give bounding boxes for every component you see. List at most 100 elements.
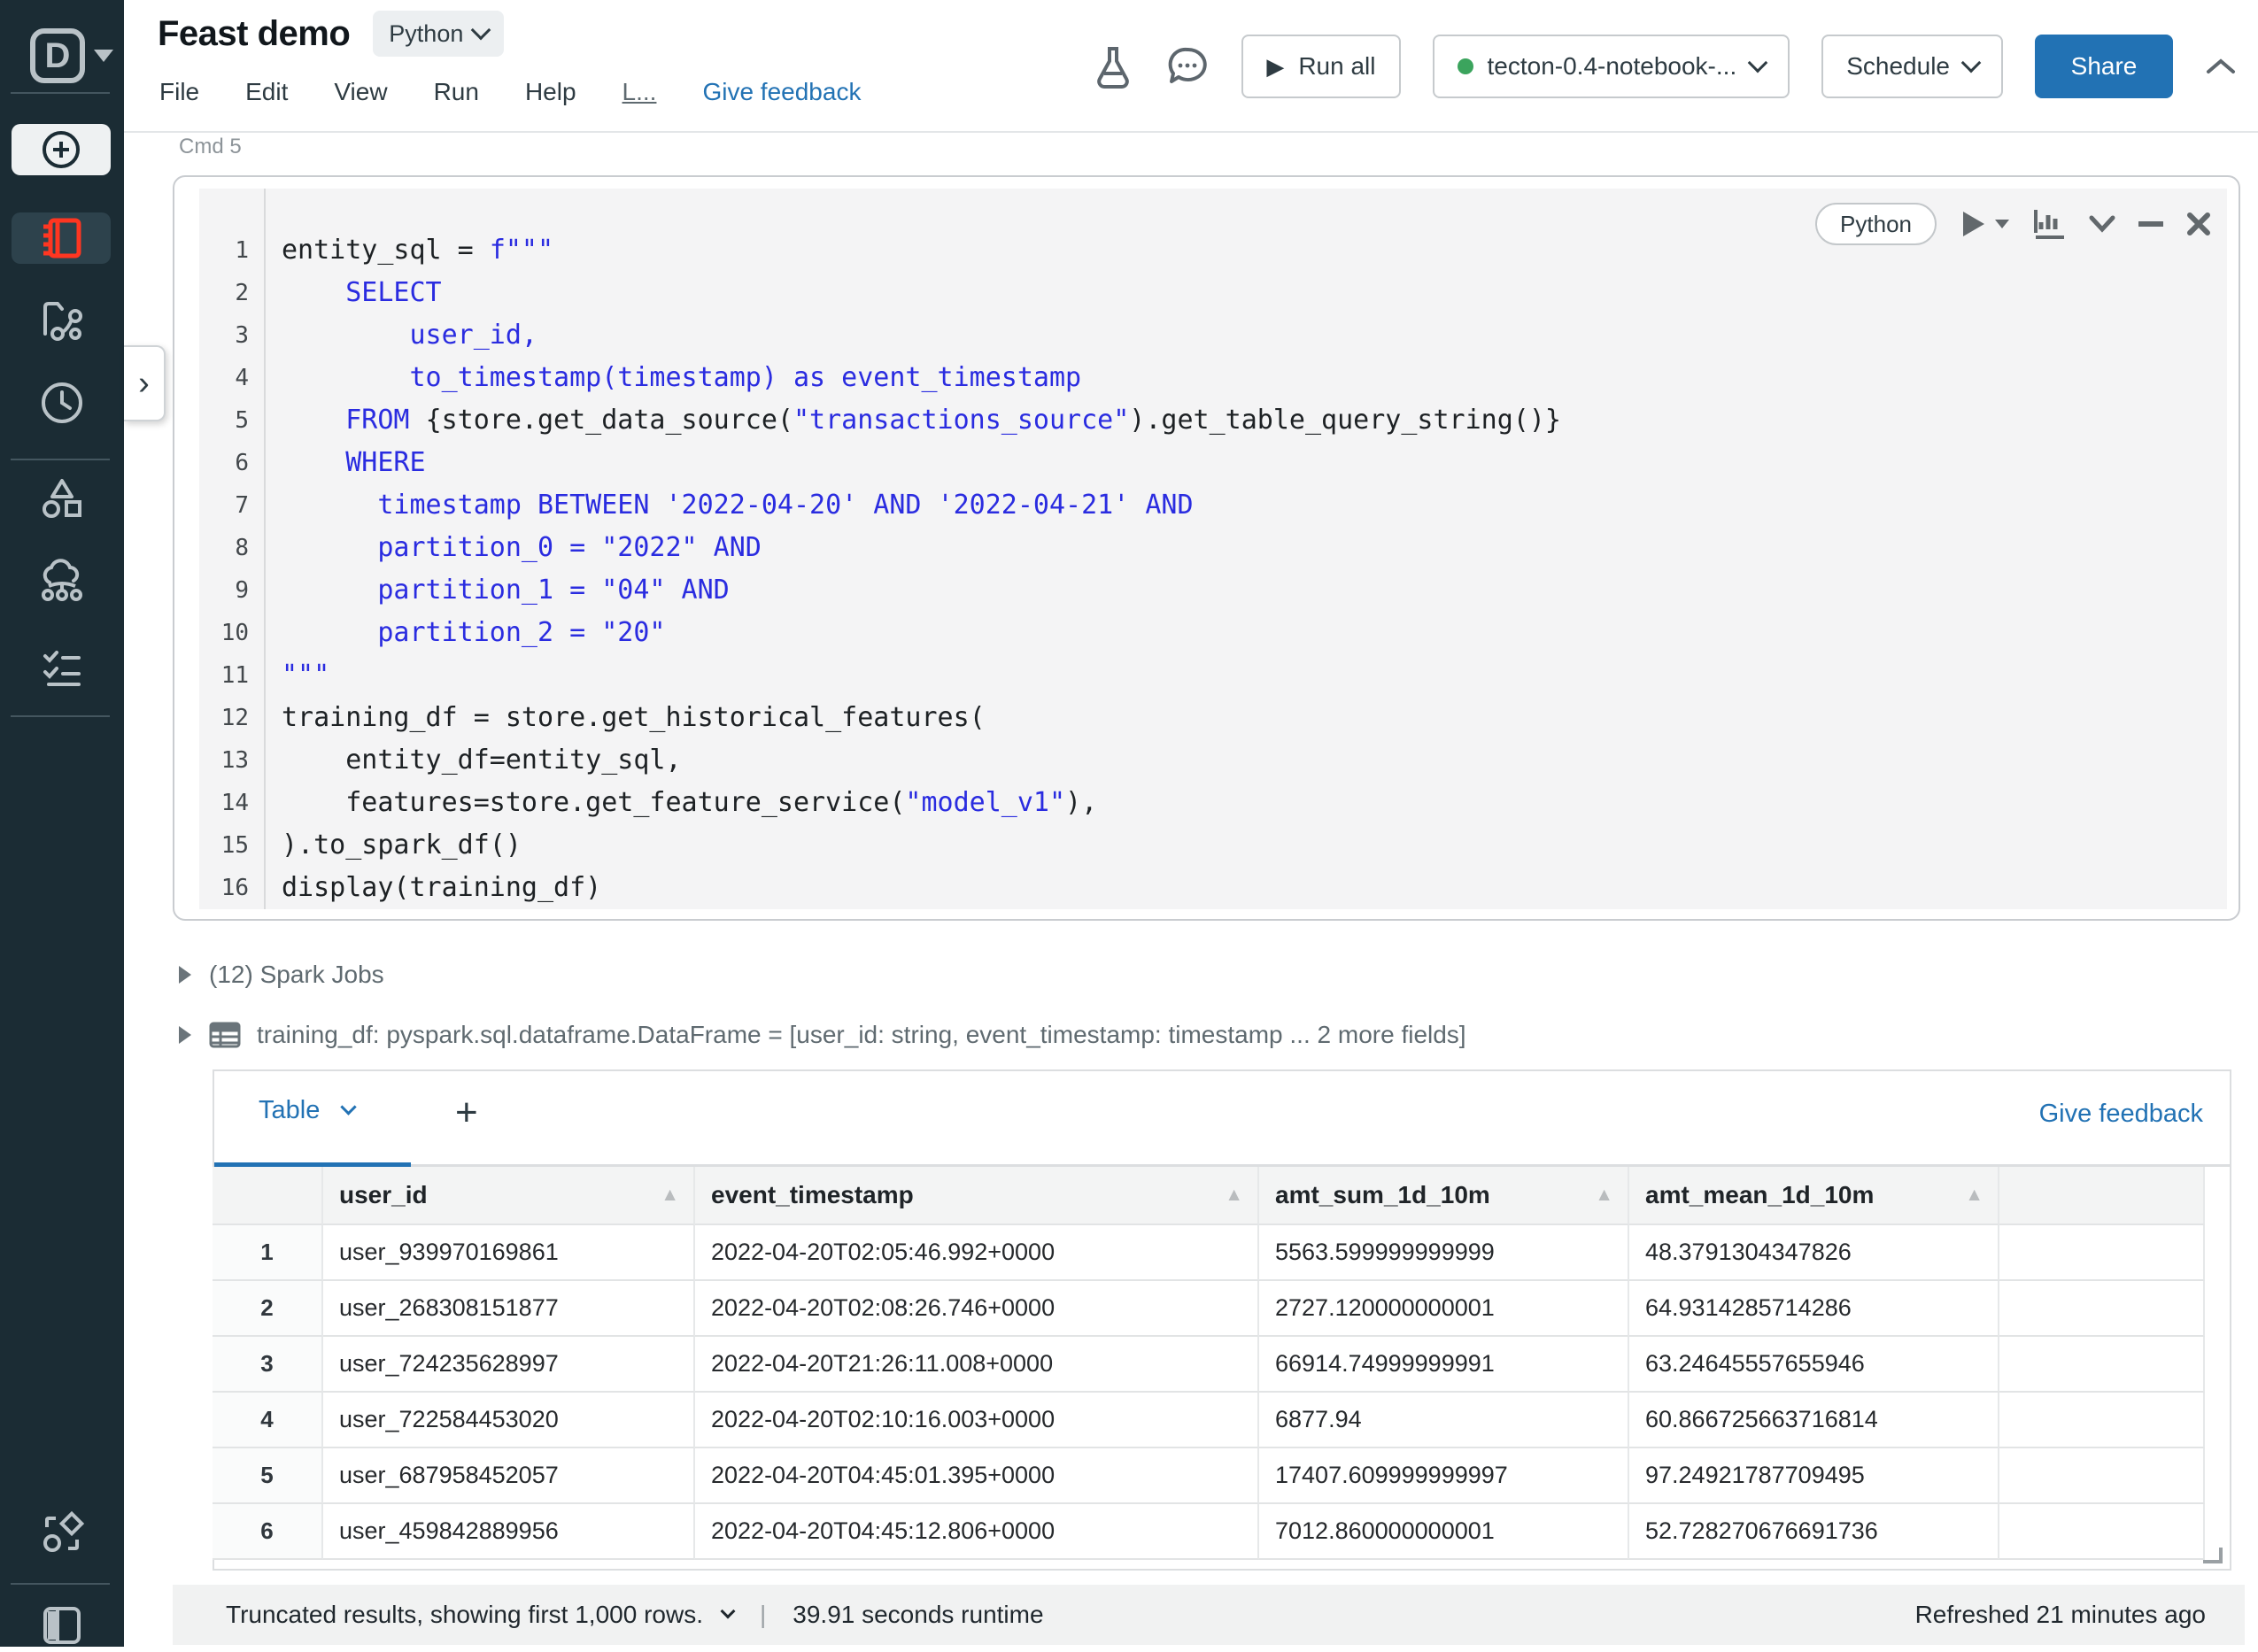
code-line: """ [282, 654, 1561, 697]
chart-options-button[interactable] [2034, 208, 2066, 240]
code-segment: entity_df=entity_sql, [282, 745, 682, 776]
minimize-cell-button[interactable] [2138, 220, 2163, 228]
sidebar-item-notebook[interactable] [12, 212, 111, 264]
comments-button[interactable] [1165, 44, 1210, 89]
share-label: Share [2071, 52, 2138, 81]
column-header-amt_mean_1d_10m[interactable]: amt_mean_1d_10m▲ [1629, 1167, 1999, 1225]
line-number: 10 [199, 612, 249, 654]
disclosure-triangle-icon [177, 1024, 193, 1046]
column-header-label: user_id [339, 1181, 428, 1209]
notebook-title[interactable]: Feast demo [158, 14, 350, 54]
sidebar-divider [11, 459, 110, 460]
line-number: 16 [199, 867, 249, 909]
table-row[interactable]: 6user_4598428899562022-04-20T04:45:12.80… [213, 1504, 2207, 1560]
sidebar-item-repos[interactable] [0, 294, 124, 347]
row-number-cell: 5 [213, 1448, 323, 1504]
cluster-selector[interactable]: tecton-0.4-notebook-... [1433, 35, 1790, 98]
code-line: partition_0 = "2022" AND [282, 527, 1561, 569]
column-header-label: event_timestamp [711, 1181, 914, 1209]
sidebar-item-compute[interactable] [0, 556, 124, 609]
add-visualization-button[interactable]: + [455, 1091, 478, 1135]
play-icon: ▶ [1266, 53, 1284, 81]
code-line: SELECT [282, 272, 1561, 314]
results-feedback-link[interactable]: Give feedback [2039, 1100, 2203, 1129]
code-string-segment: f""" [490, 235, 553, 266]
sidebar-item-workflows[interactable] [0, 639, 124, 692]
sidebar-item-partner-connect[interactable] [0, 1507, 124, 1560]
results-table[interactable]: user_id▲event_timestamp▲amt_sum_1d_10m▲a… [213, 1167, 2207, 1560]
workspace-logo-button[interactable]: D [30, 25, 115, 87]
collapse-sidebar-button[interactable] [0, 1599, 124, 1652]
give-feedback-link[interactable]: Give feedback [702, 78, 861, 106]
menu-item-truncated[interactable]: L... [622, 78, 657, 106]
table-cell: 2022-04-20T04:45:12.806+0000 [695, 1504, 1259, 1560]
share-button[interactable]: Share [2035, 35, 2173, 98]
code-editor[interactable]: 12345678910111213141516 entity_sql = f""… [199, 189, 2227, 909]
row-number-cell: 3 [213, 1337, 323, 1393]
table-row[interactable]: 1user_9399701698612022-04-20T02:05:46.99… [213, 1225, 2207, 1281]
cluster-status-icon [1458, 58, 1473, 74]
dataframe-disclosure[interactable]: training_df: pyspark.sql.dataframe.DataF… [177, 1015, 1466, 1055]
table-cell: user_939970169861 [323, 1225, 695, 1281]
table-row[interactable]: 2user_2683081518772022-04-20T02:08:26.74… [213, 1281, 2207, 1337]
column-header-user_id[interactable]: user_id ▲ [323, 1167, 695, 1225]
line-number: 7 [199, 484, 249, 527]
run-all-label: Run all [1298, 52, 1375, 81]
notebook-language-selector[interactable]: Python [373, 11, 504, 57]
table-row[interactable]: 3user_7242356289972022-04-20T21:26:11.00… [213, 1337, 2207, 1393]
table-cell: 6877.94 [1259, 1393, 1629, 1448]
table-cell: user_687958452057 [323, 1448, 695, 1504]
gutter-divider [264, 189, 266, 909]
column-header-amt_sum_1d_10m[interactable]: amt_sum_1d_10m▲ [1259, 1167, 1629, 1225]
table-cell: 64.9314285714286 [1629, 1281, 1999, 1337]
resize-grip-icon[interactable] [2203, 1548, 2223, 1563]
schedule-button[interactable]: Schedule [1821, 35, 2003, 98]
sort-arrow-icon[interactable]: ▲ [1595, 1185, 1613, 1206]
code-string-segment: """ [282, 660, 329, 691]
spark-jobs-disclosure[interactable]: (12) Spark Jobs [177, 954, 384, 995]
table-row[interactable]: 5user_6879584520572022-04-20T04:45:01.39… [213, 1448, 2207, 1504]
menu-item-help[interactable]: Help [525, 78, 576, 106]
experiments-button[interactable] [1093, 43, 1133, 89]
table-cell: 2022-04-20T02:05:46.992+0000 [695, 1225, 1259, 1281]
collapse-header-button[interactable] [2205, 56, 2237, 77]
table-cell: 7012.860000000001 [1259, 1504, 1629, 1560]
sort-arrow-icon[interactable]: ▲ [1965, 1185, 1983, 1206]
code-string-segment: partition_1 = "04" AND [282, 575, 730, 606]
delete-cell-button[interactable] [2186, 212, 2211, 236]
tab-table[interactable]: Table [259, 1096, 354, 1125]
notebook-icon [36, 213, 86, 263]
run-cell-button[interactable] [1960, 210, 2011, 238]
run-all-button[interactable]: ▶ Run all [1241, 35, 1400, 98]
column-header-event_timestamp[interactable]: event_timestamp ▲ [695, 1167, 1259, 1225]
code-string-segment: partition_2 = "20" [282, 617, 665, 648]
table-row[interactable]: 4user_7225844530202022-04-20T02:10:16.00… [213, 1393, 2207, 1448]
cluster-name: tecton-0.4-notebook-... [1488, 52, 1737, 81]
code-content[interactable]: entity_sql = f""" SELECT user_id, to_tim… [282, 229, 1561, 909]
line-number: 1 [199, 229, 249, 272]
menu-item-edit[interactable]: Edit [245, 78, 288, 106]
expand-panel-tab[interactable]: › [124, 345, 166, 421]
cloud-compute-icon [35, 556, 89, 609]
cell-command-label: Cmd 5 [179, 135, 242, 159]
sort-arrow-icon[interactable]: ▲ [1225, 1185, 1243, 1206]
panel-left-icon [36, 1600, 88, 1651]
row-number-cell: 6 [213, 1504, 323, 1560]
sort-arrow-icon[interactable]: ▲ [661, 1185, 679, 1206]
chevron-down-icon [94, 50, 113, 62]
table-cell: 52.728270676691736 [1629, 1504, 1999, 1560]
code-cell[interactable]: 12345678910111213141516 entity_sql = f""… [173, 175, 2240, 921]
menu-item-file[interactable]: File [159, 78, 199, 106]
collapse-cell-button[interactable] [2089, 215, 2115, 233]
menu-item-view[interactable]: View [334, 78, 387, 106]
menu-item-run[interactable]: Run [434, 78, 479, 106]
sidebar-item-recents[interactable] [0, 376, 124, 429]
code-segment: ).get_table_query_string()} [1129, 405, 1561, 436]
chevron-down-icon [341, 1099, 357, 1115]
code-line: display(training_df) [282, 867, 1561, 909]
chevron-down-icon[interactable] [720, 1604, 735, 1619]
cell-language-pill[interactable]: Python [1815, 203, 1937, 245]
new-button[interactable] [12, 124, 111, 175]
line-number: 6 [199, 442, 249, 484]
sidebar-item-data[interactable] [0, 471, 124, 524]
